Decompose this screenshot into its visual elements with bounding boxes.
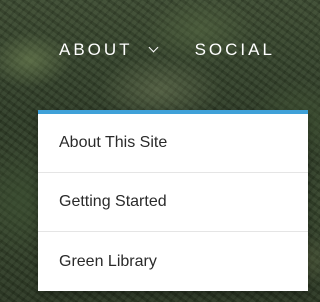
nav-item-about-label: ABOUT [59, 40, 133, 59]
about-dropdown-menu: About This Site Getting Started Green Li… [38, 110, 308, 291]
dropdown-item-getting-started[interactable]: Getting Started [38, 173, 308, 232]
dropdown-item-label: Green Library [59, 252, 157, 270]
dropdown-item-label: About This Site [59, 134, 168, 151]
main-nav: ABOUT SOCIAL [59, 38, 318, 62]
nav-item-about[interactable]: ABOUT [59, 40, 159, 60]
nav-item-social[interactable]: SOCIAL [195, 40, 275, 60]
chevron-down-icon [148, 42, 159, 53]
dropdown-item-label: Getting Started [59, 193, 167, 210]
dropdown-item-about-this-site[interactable]: About This Site [38, 114, 308, 173]
nav-item-social-label: SOCIAL [194, 40, 275, 59]
dropdown-item-green-library[interactable]: Green Library [38, 232, 308, 291]
